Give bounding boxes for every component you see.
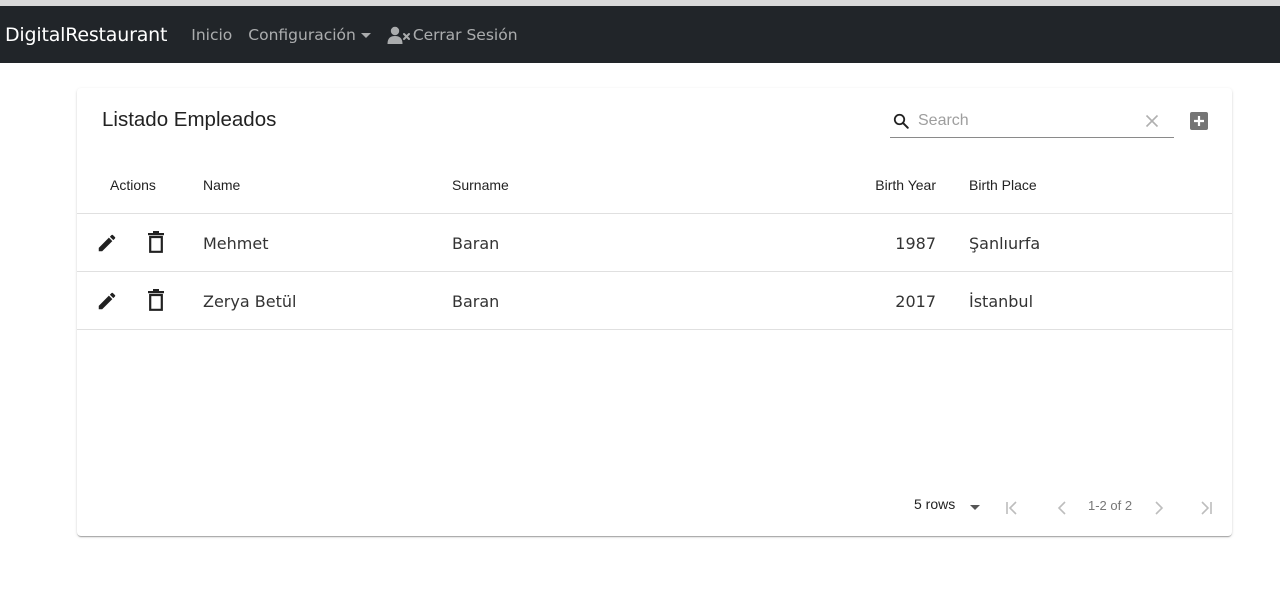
search-input[interactable] bbox=[918, 109, 1138, 133]
column-header-birth-year[interactable]: Birth Year bbox=[856, 177, 936, 193]
cell-birth-year: 2017 bbox=[895, 292, 936, 311]
delete-icon[interactable] bbox=[147, 231, 165, 253]
cell-birth-place: Şanlıurfa bbox=[969, 234, 1041, 253]
cell-surname: Baran bbox=[452, 234, 500, 253]
nav-dropdown-configuracion[interactable]: Configuración bbox=[248, 26, 371, 44]
last-page-icon[interactable] bbox=[1198, 500, 1214, 516]
nav-link-inicio-label: Inicio bbox=[191, 25, 233, 44]
first-page-icon[interactable] bbox=[1004, 500, 1020, 516]
nav-link-logout[interactable]: Cerrar Sesión bbox=[387, 26, 518, 44]
nav-link-logout-label: Cerrar Sesión bbox=[412, 25, 518, 44]
column-header-surname[interactable]: Surname bbox=[452, 177, 509, 193]
table-row: Zerya Betül Baran 2017 İstanbul bbox=[77, 271, 1232, 330]
column-header-actions: Actions bbox=[110, 177, 156, 193]
employees-card: Listado Empleados Actions Name Surname B… bbox=[77, 88, 1232, 536]
top-navbar: DigitalRestaurant Inicio Configuración C… bbox=[0, 6, 1280, 63]
nav-dropdown-configuracion-label: Configuración bbox=[248, 25, 356, 44]
brand-logo[interactable]: DigitalRestaurant bbox=[5, 24, 167, 46]
dropdown-arrow-icon[interactable] bbox=[968, 502, 982, 512]
caret-down-icon bbox=[360, 33, 371, 38]
column-header-birth-place[interactable]: Birth Place bbox=[969, 177, 1037, 193]
cell-birth-place: İstanbul bbox=[969, 292, 1034, 311]
rows-per-page-value: 5 rows bbox=[914, 496, 956, 512]
edit-icon[interactable] bbox=[96, 232, 118, 254]
rows-per-page-select[interactable]: 5 rows bbox=[914, 496, 955, 512]
page-range-text: 1-2 of 2 bbox=[1088, 498, 1133, 513]
cell-birth-year: 1987 bbox=[895, 234, 936, 253]
delete-icon[interactable] bbox=[147, 289, 165, 311]
cell-name: Mehmet bbox=[203, 234, 269, 253]
cell-name: Zerya Betül bbox=[203, 292, 297, 311]
card-title: Listado Empleados bbox=[102, 108, 277, 131]
clear-icon[interactable] bbox=[1145, 114, 1159, 128]
nav-link-inicio[interactable]: Inicio bbox=[191, 26, 232, 44]
cell-surname: Baran bbox=[452, 292, 500, 311]
edit-icon[interactable] bbox=[96, 290, 118, 312]
column-header-name[interactable]: Name bbox=[203, 177, 240, 193]
search-icon bbox=[893, 113, 909, 129]
table-row: Mehmet Baran 1987 Şanlıurfa bbox=[77, 213, 1232, 271]
previous-page-icon[interactable] bbox=[1055, 500, 1071, 516]
add-box-icon[interactable] bbox=[1189, 111, 1209, 131]
user-x-icon bbox=[387, 26, 410, 44]
next-page-icon[interactable] bbox=[1150, 500, 1166, 516]
search-box bbox=[890, 107, 1174, 138]
